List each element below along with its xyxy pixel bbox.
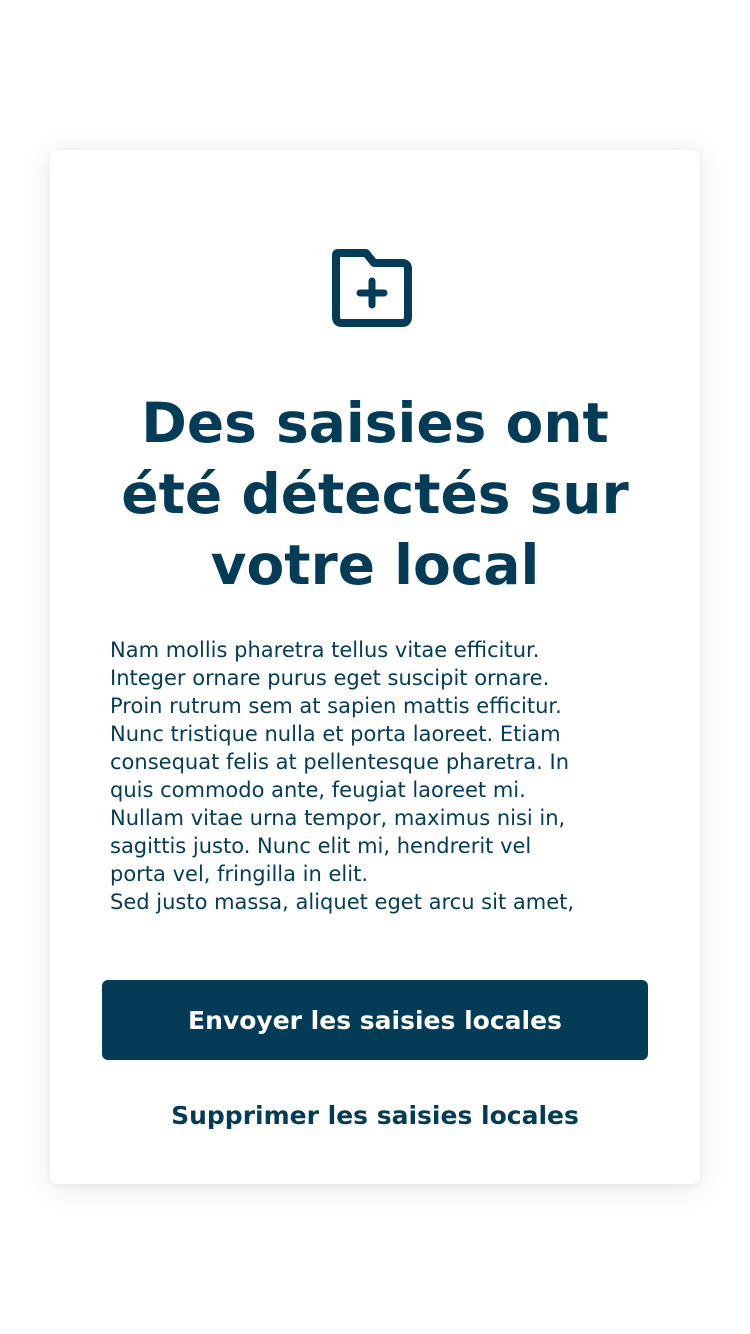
folder-plus-icon: [330, 247, 414, 329]
dialog-card: Des saisies ont été détectés sur votre l…: [50, 150, 700, 1184]
dialog-title: Des saisies ont été détectés sur votre l…: [121, 391, 629, 597]
delete-local-entries-button[interactable]: Supprimer les saisies locales: [102, 1090, 648, 1140]
dialog-body-text: Nam mollis pharetra tellus vitae efficit…: [110, 638, 575, 914]
send-local-entries-button[interactable]: Envoyer les saisies locales: [102, 980, 648, 1060]
